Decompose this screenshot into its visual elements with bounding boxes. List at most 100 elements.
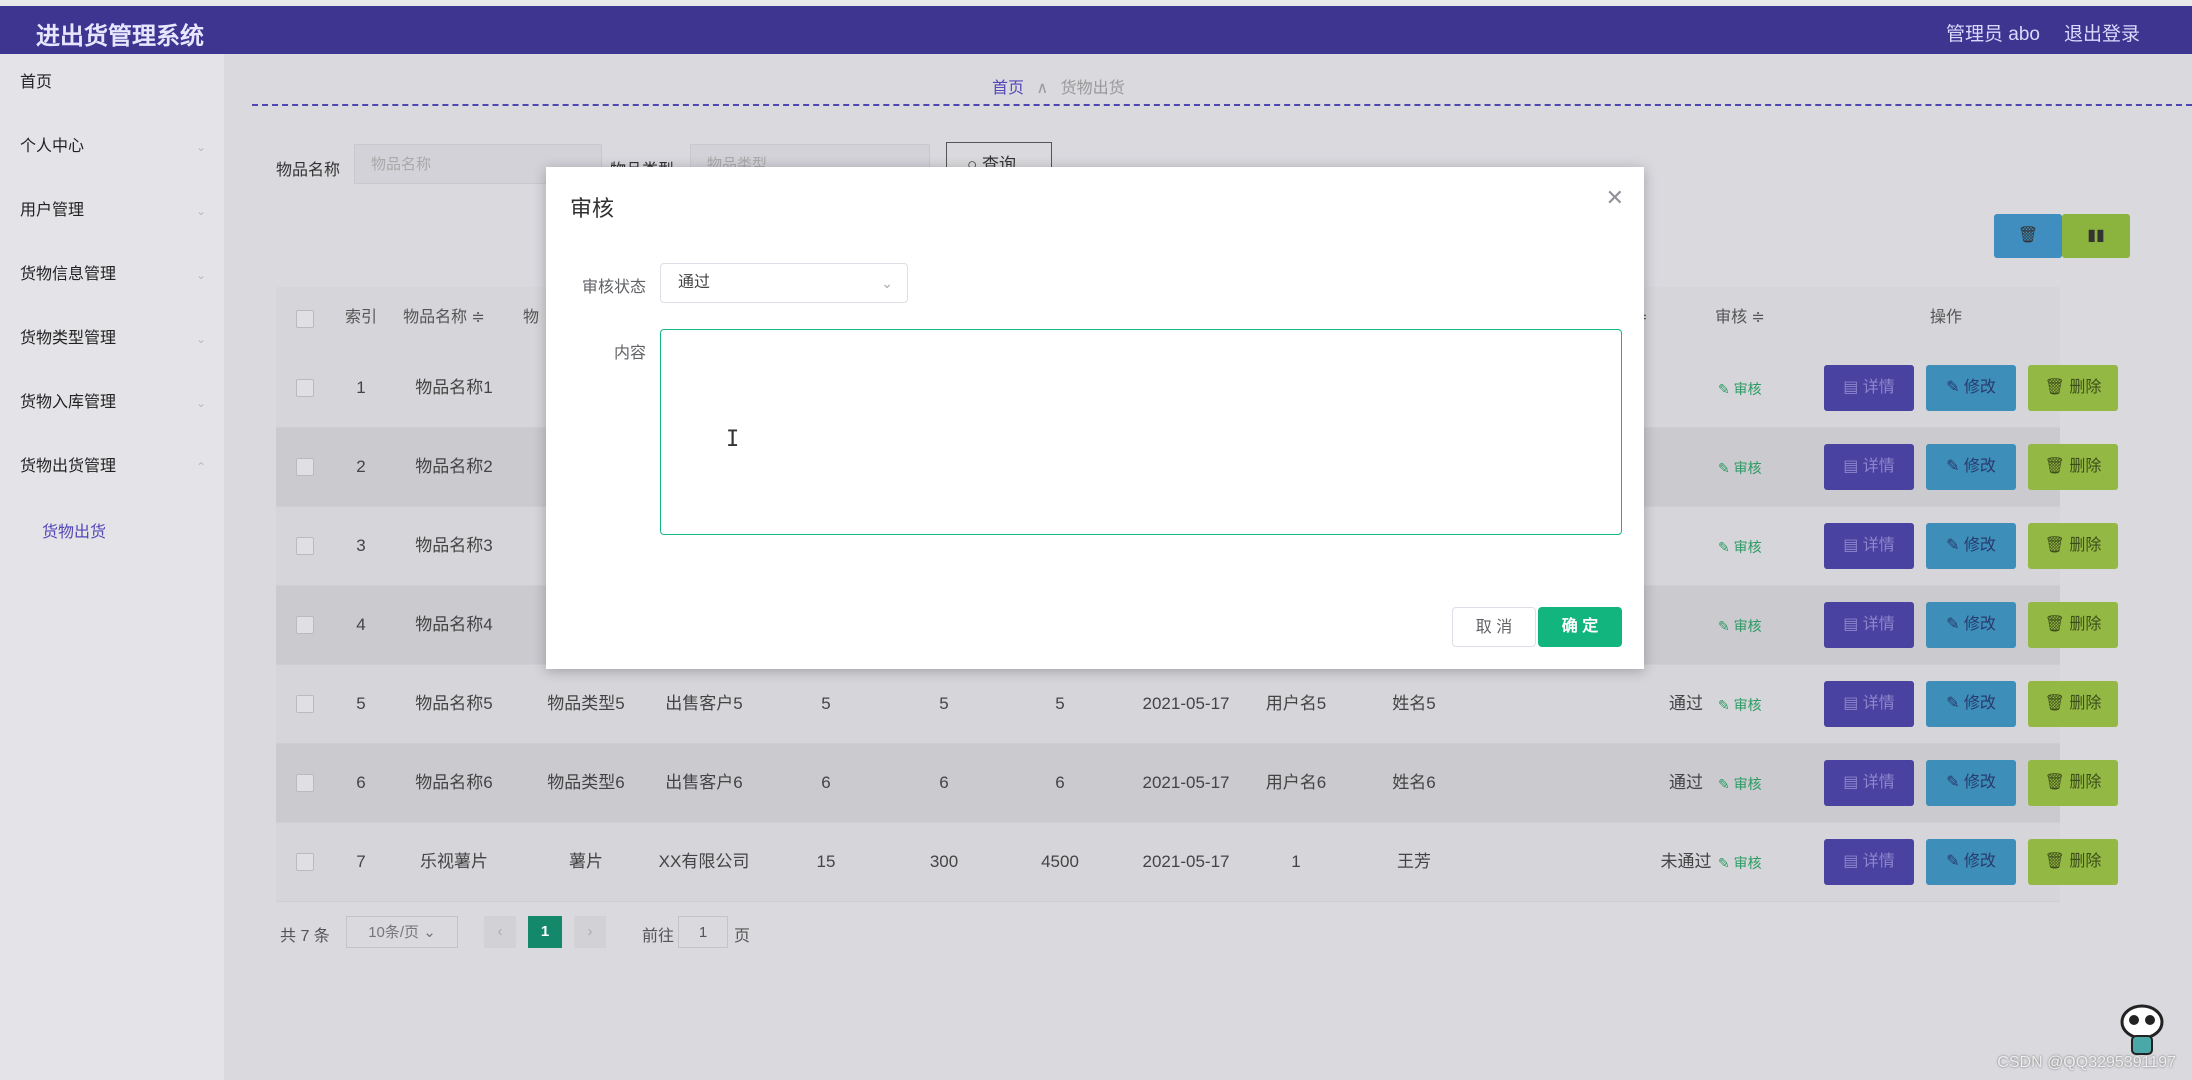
row-checkbox[interactable]	[296, 695, 314, 713]
text-cursor-icon: I	[726, 427, 740, 452]
audit-link[interactable]: ✎ 审核	[1718, 774, 1762, 794]
row-checkbox[interactable]	[296, 458, 314, 476]
confirm-button[interactable]: 确 定	[1538, 607, 1622, 647]
cell-customer: XX有限公司	[658, 852, 750, 871]
col-audit[interactable]: 审核 ≑	[1700, 287, 1780, 349]
page-number-current[interactable]: 1	[528, 916, 562, 948]
audit-link[interactable]: ✎ 审核	[1718, 537, 1762, 557]
cell-date: 2021-05-17	[1142, 773, 1230, 792]
status-select[interactable]: 通过 ⌄	[660, 263, 908, 303]
col-index: 索引	[344, 309, 377, 326]
dialog-title: 审核	[570, 196, 615, 221]
cell-date: 2021-05-17	[1142, 694, 1230, 713]
delete-button[interactable]: 🗑 删除	[2028, 681, 2118, 727]
sidebar-item-label: 货物信息管理	[20, 266, 117, 283]
cell-name: 物品名称2	[415, 457, 493, 476]
delete-button[interactable]: 🗑 删除	[2028, 444, 2118, 490]
sidebar-item-goods-info[interactable]: 货物信息管理 ⌄	[20, 262, 206, 288]
sidebar-item-label: 个人中心	[20, 138, 85, 155]
sidebar-item-users[interactable]: 用户管理 ⌄	[20, 198, 206, 224]
audit-link[interactable]: ✎ 审核	[1718, 695, 1762, 715]
chart-button[interactable]: ▮▮	[2062, 214, 2130, 258]
breadcrumb: 首页 ∧ 货物出货	[992, 74, 1125, 98]
breadcrumb-separator: ∧	[1036, 80, 1049, 97]
detail-button[interactable]: ▤ 详情	[1824, 523, 1914, 569]
bar-chart-icon: ▮▮	[2087, 227, 2105, 244]
top-navbar: 进出货管理系统 管理员 abo 退出登录	[0, 6, 2192, 54]
logout-link[interactable]: 退出登录	[2064, 19, 2140, 46]
admin-name: 管理员 abo	[1946, 24, 2040, 45]
breadcrumb-home[interactable]: 首页	[992, 80, 1024, 97]
sidebar-item-label: 用户管理	[20, 202, 85, 219]
prev-page-button[interactable]: ‹	[484, 916, 516, 948]
content-textarea[interactable]	[660, 329, 1622, 535]
detail-button[interactable]: ▤ 详情	[1824, 760, 1914, 806]
row-checkbox[interactable]	[296, 537, 314, 555]
cell-realname: 姓名5	[1392, 694, 1436, 713]
cell-price: 6	[939, 773, 949, 792]
col-type[interactable]: 物	[516, 287, 546, 349]
page-size-value: 10条/页	[368, 924, 420, 941]
delete-button[interactable]: 🗑 删除	[2028, 523, 2118, 569]
audit-link[interactable]: ✎ 审核	[1718, 853, 1762, 873]
detail-button[interactable]: ▤ 详情	[1824, 681, 1914, 727]
sidebar-item-personal[interactable]: 个人中心 ⌄	[20, 134, 206, 160]
goto-suffix: 页	[734, 928, 751, 945]
chevron-down-icon: ⌄	[881, 275, 893, 291]
divider	[252, 104, 2192, 106]
page-size-select[interactable]: 10条/页 ⌄	[346, 916, 458, 948]
sidebar-subitem-stock-out[interactable]: 货物出货	[42, 518, 106, 542]
detail-button[interactable]: ▤ 详情	[1824, 444, 1914, 490]
row-checkbox[interactable]	[296, 616, 314, 634]
edit-button[interactable]: ✎ 修改	[1926, 681, 2016, 727]
sidebar-item-home[interactable]: 首页	[20, 70, 200, 96]
cell-username: 1	[1291, 852, 1301, 871]
edit-button[interactable]: ✎ 修改	[1926, 760, 2016, 806]
table-row: 7 乐视薯片 薯片 XX有限公司 15 300 4500 2021-05-17 1 王芳 未通过 ✎ …	[276, 823, 2118, 902]
close-icon[interactable]: ✕	[1606, 185, 1624, 211]
cell-customer: 出售客户5	[665, 694, 743, 713]
delete-button[interactable]: 🗑 删除	[2028, 839, 2118, 885]
detail-button[interactable]: ▤ 详情	[1824, 602, 1914, 648]
chevron-down-icon: ⌄	[195, 140, 206, 154]
cell-type: 物品类型6	[547, 773, 625, 792]
row-checkbox[interactable]	[296, 379, 314, 397]
row-checkbox[interactable]	[296, 853, 314, 871]
cell-customer: 出售客户6	[665, 773, 743, 792]
detail-button[interactable]: ▤ 详情	[1824, 839, 1914, 885]
detail-button[interactable]: ▤ 详情	[1824, 365, 1914, 411]
cancel-button[interactable]: 取 消	[1452, 607, 1536, 647]
goto-page-input[interactable]: 1	[678, 916, 728, 948]
audit-link[interactable]: ✎ 审核	[1718, 616, 1762, 636]
batch-delete-button[interactable]: 🗑	[1994, 214, 2062, 258]
audit-link[interactable]: ✎ 审核	[1718, 379, 1762, 399]
cell-username: 用户名6	[1265, 773, 1327, 792]
cell-total: 5	[1055, 694, 1065, 713]
goto-prefix: 前往	[642, 928, 675, 945]
edit-button[interactable]: ✎ 修改	[1926, 839, 2016, 885]
chevron-down-icon: ⌄	[195, 396, 206, 410]
sidebar-item-goods-type[interactable]: 货物类型管理 ⌄	[20, 326, 206, 352]
next-page-button[interactable]: ›	[574, 916, 606, 948]
sidebar-item-label: 首页	[20, 74, 53, 91]
select-all-checkbox[interactable]	[296, 310, 314, 328]
edit-button[interactable]: ✎ 修改	[1926, 602, 2016, 648]
sidebar-item-stock-out[interactable]: 货物出货管理 ⌃	[20, 454, 206, 480]
cell-type: 物品类型5	[547, 694, 625, 713]
cell-price: 300	[929, 852, 959, 871]
pagination-total: 共 7 条	[280, 928, 330, 945]
audit-link[interactable]: ✎ 审核	[1718, 458, 1762, 478]
delete-button[interactable]: 🗑 删除	[2028, 602, 2118, 648]
edit-button[interactable]: ✎ 修改	[1926, 444, 2016, 490]
cell-username: 用户名5	[1265, 694, 1327, 713]
edit-button[interactable]: ✎ 修改	[1926, 523, 2016, 569]
delete-button[interactable]: 🗑 删除	[2028, 760, 2118, 806]
delete-button[interactable]: 🗑 删除	[2028, 365, 2118, 411]
chevron-right-icon: ›	[587, 923, 593, 940]
row-checkbox[interactable]	[296, 774, 314, 792]
cell-name: 物品名称5	[415, 694, 493, 713]
sidebar-item-stock-in[interactable]: 货物入库管理 ⌄	[20, 390, 206, 416]
col-name[interactable]: 物品名称 ≑	[394, 287, 494, 349]
status-label: 审核状态	[581, 279, 646, 296]
edit-button[interactable]: ✎ 修改	[1926, 365, 2016, 411]
